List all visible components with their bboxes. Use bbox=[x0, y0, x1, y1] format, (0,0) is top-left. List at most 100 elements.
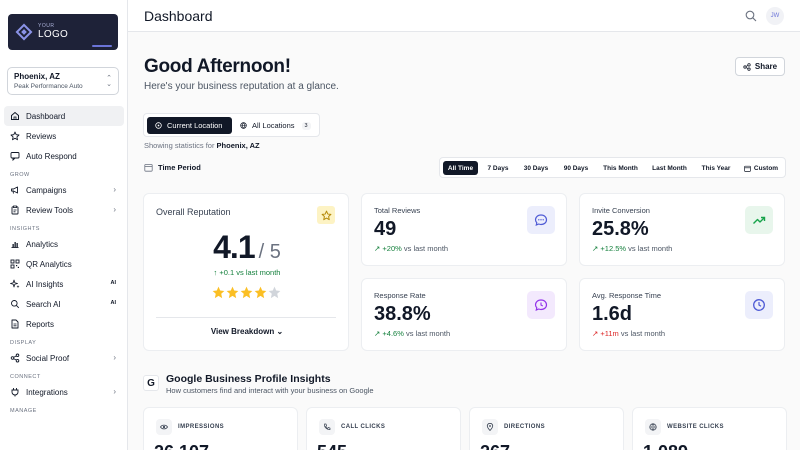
calendar-icon bbox=[144, 164, 153, 172]
ai-badge: AI bbox=[110, 300, 117, 306]
gbp-subtitle: How customers find and interact with you… bbox=[166, 386, 374, 395]
arrow-up-icon: ↗ bbox=[592, 329, 599, 338]
period-all-time[interactable]: All Time bbox=[443, 161, 478, 175]
gbp-value: 267 bbox=[480, 442, 510, 450]
brand-logo[interactable]: YOUR LOGO bbox=[8, 14, 118, 50]
sidebar-item-label: Analytics bbox=[26, 239, 59, 249]
reputation-trend: ↑ +0.1 vs last month bbox=[144, 268, 350, 277]
stat-delta: +4.6% bbox=[382, 329, 404, 338]
map-pin-icon bbox=[155, 122, 162, 129]
period-custom[interactable]: Custom bbox=[740, 161, 782, 175]
star-icon bbox=[10, 131, 20, 141]
globe-icon bbox=[240, 122, 247, 129]
stat-suffix: vs last month bbox=[628, 244, 673, 253]
logo-line2: LOGO bbox=[38, 29, 69, 40]
reputation-title: Overall Reputation bbox=[156, 207, 231, 217]
stat-label: Invite Conversion bbox=[592, 206, 650, 215]
period-this-month[interactable]: This Month bbox=[598, 161, 643, 175]
current-location-label: Current Location bbox=[167, 121, 223, 130]
arrow-up-icon: ↗ bbox=[592, 244, 599, 253]
arrow-up-icon: ↑ bbox=[213, 268, 218, 277]
sidebar-item-auto-respond[interactable]: Auto Respond bbox=[4, 146, 124, 166]
share-button[interactable]: Share bbox=[735, 57, 785, 76]
chevron-up-down-icon: ⌃ ⌄ bbox=[106, 75, 112, 88]
sidebar-item-label: Dashboard bbox=[26, 111, 66, 121]
sidebar-item-qr-analytics[interactable]: QR Analytics bbox=[4, 254, 124, 274]
globe-icon bbox=[645, 419, 661, 435]
view-breakdown-button[interactable]: View Breakdown ⌄ bbox=[144, 327, 350, 336]
stat-suffix: vs last month bbox=[403, 244, 449, 253]
section-insights: INSIGHTS bbox=[10, 226, 40, 232]
reputation-score-value: 4.1 bbox=[213, 229, 255, 265]
stat-trend: ↗ +20% vs last month bbox=[374, 244, 448, 253]
calendar-icon bbox=[744, 165, 751, 172]
view-breakdown-label: View Breakdown bbox=[210, 327, 275, 336]
gbp-card-directions: DIRECTIONS 267 bbox=[469, 407, 624, 450]
stat-suffix: vs last month bbox=[620, 329, 666, 338]
sidebar-item-analytics[interactable]: Analytics bbox=[4, 234, 124, 254]
rating-stars bbox=[212, 286, 282, 299]
sidebar-item-label: Reviews bbox=[26, 131, 57, 141]
gbp-title: Google Business Profile Insights bbox=[166, 373, 331, 385]
period-30-days[interactable]: 30 Days bbox=[518, 161, 554, 175]
share-icon bbox=[743, 62, 751, 71]
gbp-card-website-clicks: WEBSITE CLICKS 1,089 bbox=[632, 407, 787, 450]
google-icon: G bbox=[143, 375, 159, 391]
stat-value: 38.8% bbox=[374, 303, 431, 325]
period-this-year[interactable]: This Year bbox=[696, 161, 736, 175]
period-7-days[interactable]: 7 Days bbox=[482, 161, 514, 175]
current-location-button[interactable]: Current Location bbox=[147, 117, 232, 134]
map-pin-icon bbox=[482, 419, 498, 435]
sidebar-item-integrations[interactable]: Integrations › bbox=[4, 382, 124, 402]
logo-diamond-icon bbox=[15, 23, 33, 41]
search-icon[interactable] bbox=[745, 9, 757, 22]
chevron-right-icon: › bbox=[113, 185, 116, 194]
megaphone-icon bbox=[10, 185, 20, 195]
sidebar-nav: Dashboard Reviews Auto Respond GROW Camp… bbox=[0, 106, 128, 416]
stat-card-avg-response-time: Avg. Response Time 1.6d ↗ +11m vs last m… bbox=[579, 278, 785, 351]
stat-suffix: vs last month bbox=[405, 329, 451, 338]
section-display: DISPLAY bbox=[10, 340, 37, 346]
location-city: Phoenix, AZ bbox=[14, 72, 60, 81]
star-filled-icon bbox=[240, 286, 253, 299]
sidebar-item-label: Campaigns bbox=[26, 185, 67, 195]
sidebar-item-reviews[interactable]: Reviews bbox=[4, 126, 124, 146]
gbp-value: 1,089 bbox=[643, 442, 688, 450]
sidebar-item-label: Search AI bbox=[26, 299, 61, 309]
stat-card-response-rate: Response Rate 38.8% ↗ +4.6% vs last mont… bbox=[361, 278, 567, 351]
divider bbox=[156, 317, 336, 318]
sidebar-item-campaigns[interactable]: Campaigns › bbox=[4, 180, 124, 200]
location-select[interactable]: Phoenix, AZ Peak Performance Auto ⌃ ⌄ bbox=[7, 67, 119, 95]
sidebar: YOUR LOGO Phoenix, AZ Peak Performance A… bbox=[0, 0, 128, 450]
period-last-month[interactable]: Last Month bbox=[647, 161, 692, 175]
sidebar-item-dashboard[interactable]: Dashboard bbox=[4, 106, 124, 126]
gbp-label: WEBSITE CLICKS bbox=[667, 424, 724, 430]
reputation-score: 4.1/ 5 bbox=[144, 229, 350, 266]
chevron-right-icon: › bbox=[113, 387, 116, 396]
period-custom-label: Custom bbox=[753, 164, 779, 172]
sidebar-item-label: AI Insights bbox=[26, 279, 64, 289]
sidebar-item-review-tools[interactable]: Review Tools › bbox=[4, 200, 124, 220]
sidebar-item-ai-insights[interactable]: AI Insights AI bbox=[4, 274, 124, 294]
greeting-subtitle: Here's your business reputation at a gla… bbox=[144, 81, 339, 92]
period-90-days[interactable]: 90 Days bbox=[558, 161, 594, 175]
time-period-selector: All Time 7 Days 30 Days 90 Days This Mon… bbox=[439, 157, 786, 178]
sidebar-item-social-proof[interactable]: Social Proof › bbox=[4, 348, 124, 368]
chat-icon bbox=[10, 151, 20, 161]
all-locations-button[interactable]: All Locations 3 bbox=[240, 117, 311, 134]
sidebar-item-search-ai[interactable]: Search AI AI bbox=[4, 294, 124, 314]
sidebar-item-reports[interactable]: Reports bbox=[4, 314, 124, 334]
star-empty-icon bbox=[268, 286, 281, 299]
share-nodes-icon bbox=[10, 353, 20, 363]
star-filled-icon bbox=[212, 286, 225, 299]
location-count-badge: 3 bbox=[301, 121, 311, 130]
avatar[interactable]: JW bbox=[766, 7, 784, 25]
sidebar-item-label: Auto Respond bbox=[26, 151, 77, 161]
eye-icon bbox=[156, 419, 172, 435]
chevron-down-icon: ⌄ bbox=[276, 327, 284, 336]
sparkle-icon bbox=[10, 279, 20, 289]
section-connect: CONNECT bbox=[10, 374, 41, 380]
stat-delta: +11m bbox=[600, 329, 619, 338]
sidebar-item-label: Social Proof bbox=[26, 353, 70, 363]
star-icon bbox=[317, 206, 335, 224]
